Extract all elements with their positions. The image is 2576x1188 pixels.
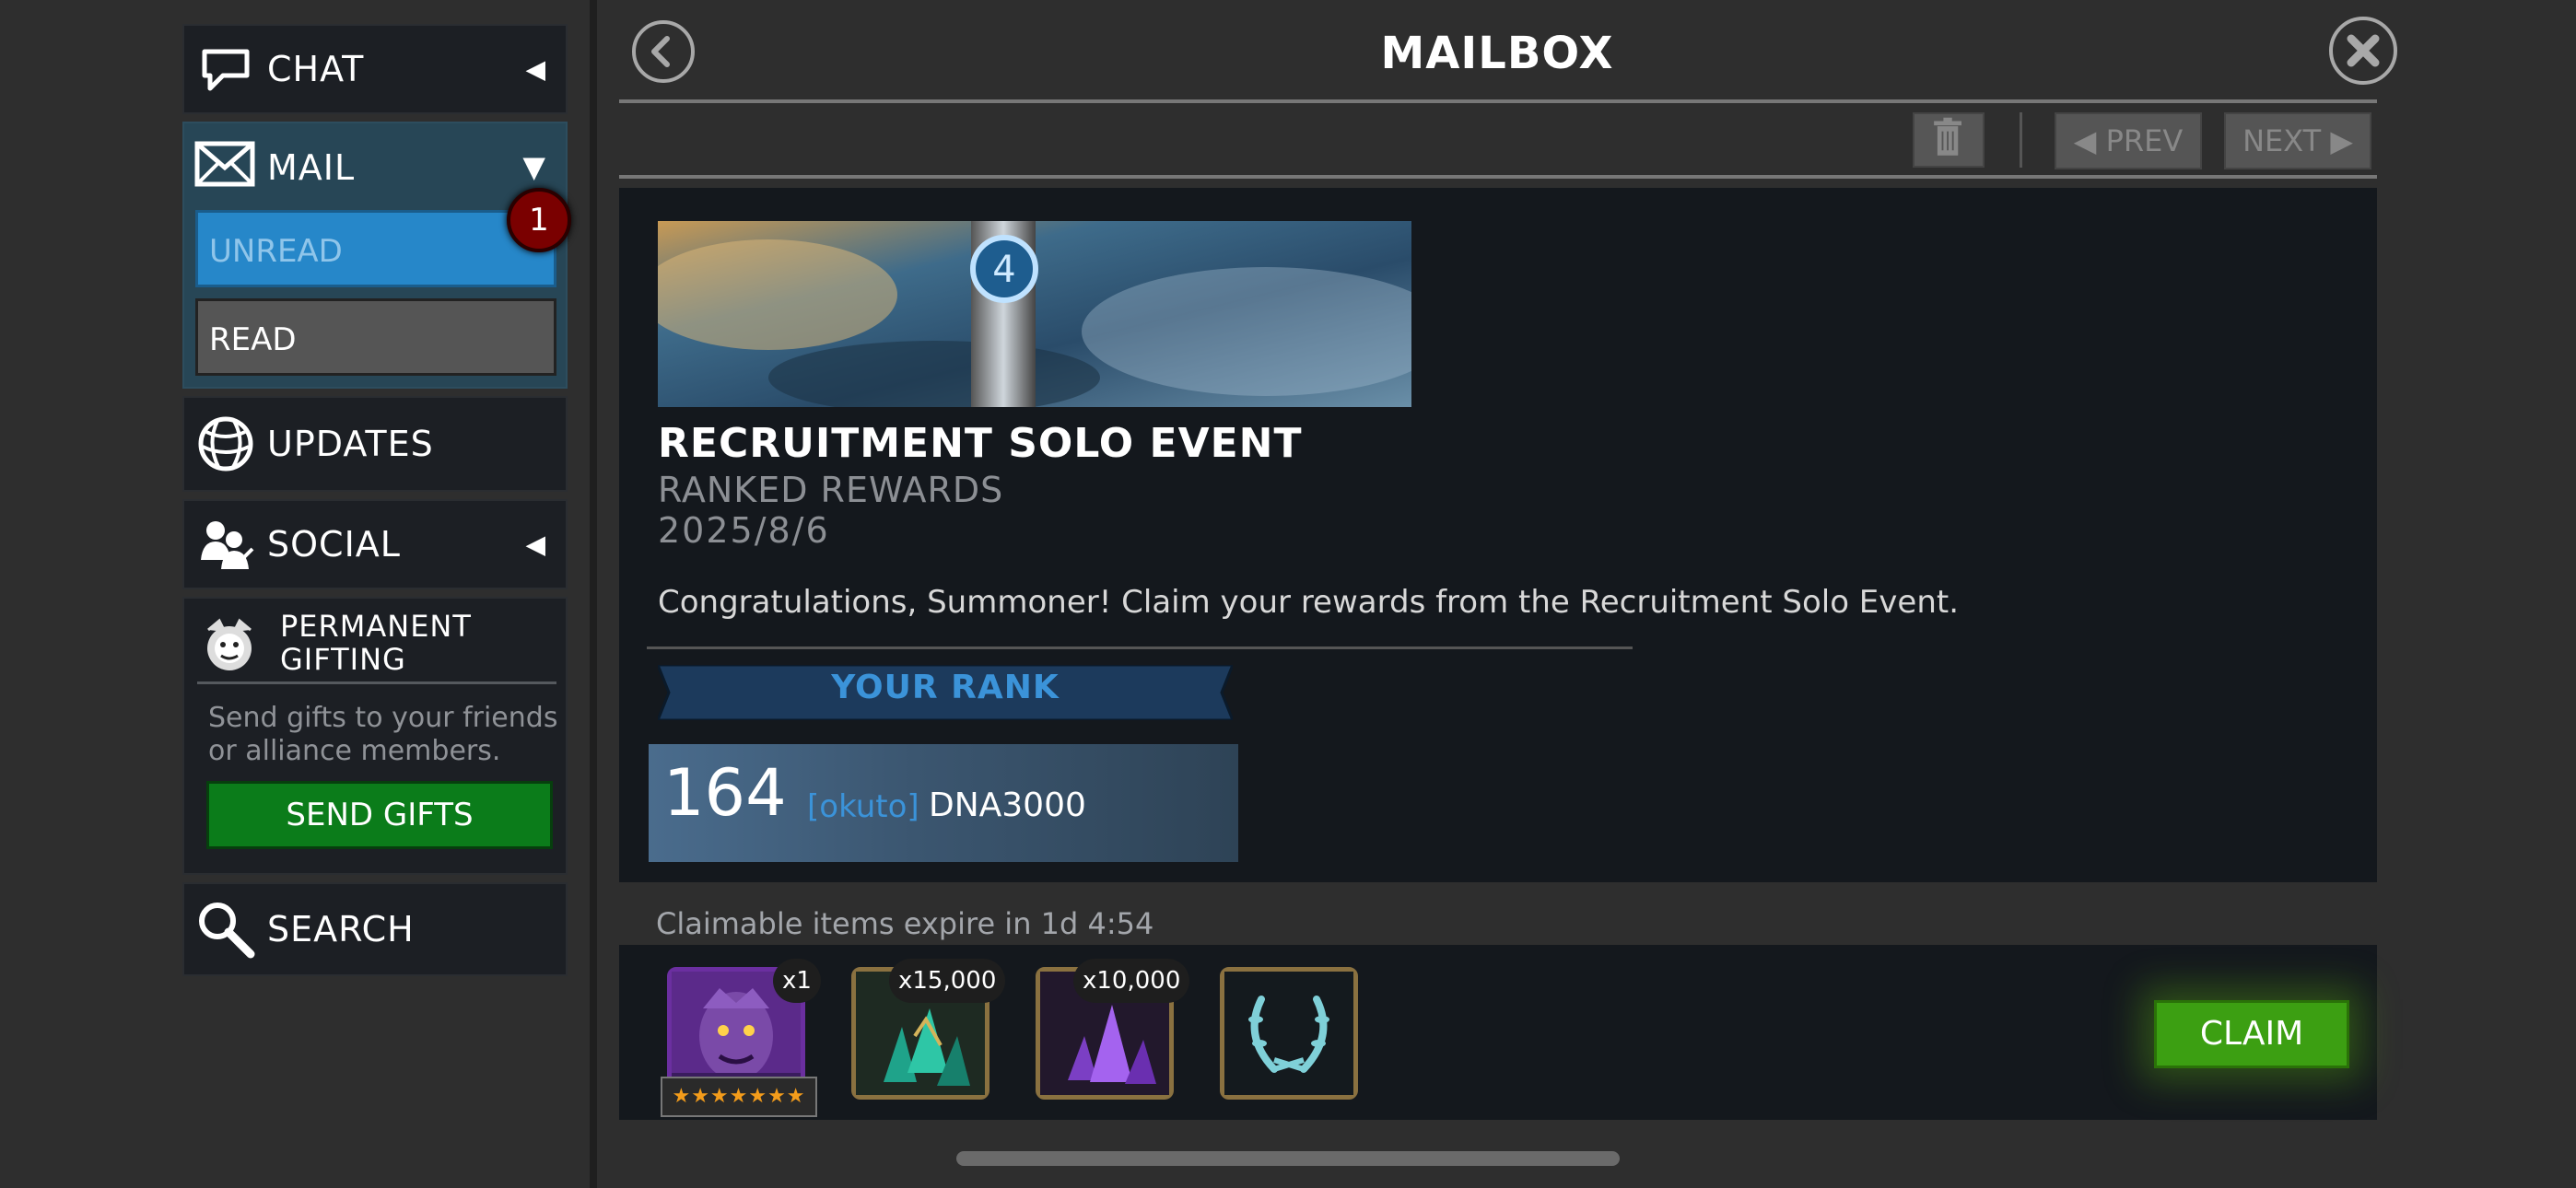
- globe-icon: [198, 416, 253, 472]
- rank-heading: YOUR RANK: [831, 669, 1060, 706]
- rank-row: 164 [okuto] DNA3000: [649, 744, 1238, 862]
- reward-item[interactable]: [1220, 967, 1358, 1100]
- sidebar-item-updates[interactable]: UPDATES: [182, 396, 568, 492]
- message-content: 4 RECRUITMENT SOLO EVENT RANKED REWARDS …: [619, 188, 2377, 882]
- message-body: Congratulations, Summoner! Claim your re…: [658, 584, 1960, 621]
- gifting-title-line1: PERMANENT: [280, 609, 472, 644]
- gifting-description: Send gifts to your friends or alliance m…: [208, 702, 558, 767]
- reward-quantity: x1: [773, 959, 821, 1003]
- permanent-gifting-panel: PERMANENT GIFTING Send gifts to your fri…: [182, 597, 568, 875]
- reward-item[interactable]: x15,000: [851, 959, 1006, 1100]
- sidebar-item-social[interactable]: SOCIAL ◀: [182, 499, 568, 589]
- sidebar-item-search[interactable]: SEARCH: [182, 882, 568, 976]
- sidebar-label-updates: UPDATES: [267, 424, 434, 464]
- rewards-bar: x1 ★★★★★★★ x15,000 x10,000: [619, 945, 2377, 1120]
- tab-unread[interactable]: UNREAD: [195, 210, 556, 287]
- reward-item[interactable]: x1 ★★★★★★★: [661, 959, 821, 1117]
- expire-text: Claimable items expire in 1d 4:54: [656, 906, 1154, 941]
- svg-text:4: 4: [992, 249, 1015, 291]
- trash-icon: [1934, 117, 1961, 156]
- close-button[interactable]: [2329, 17, 2397, 85]
- sidebar-label-mail: MAIL: [267, 147, 356, 188]
- reward-quantity: x10,000: [1073, 959, 1190, 1003]
- envelope-icon: [194, 141, 255, 187]
- unread-count-badge: 1: [507, 188, 571, 252]
- laurel-wreath-icon: [1224, 972, 1353, 1095]
- reward-item[interactable]: x10,000: [1036, 959, 1190, 1100]
- sidebar-label-chat: CHAT: [267, 49, 365, 89]
- event-date: 2025/8/6: [658, 510, 830, 551]
- users-icon: [201, 521, 254, 569]
- alliance-tag: [okuto]: [807, 788, 919, 825]
- search-icon: [199, 903, 255, 959]
- gifting-mascot-icon: [207, 618, 252, 670]
- tab-read[interactable]: READ: [195, 298, 556, 376]
- sidebar-item-chat[interactable]: CHAT ◀: [182, 24, 568, 114]
- body-divider: [647, 646, 1633, 649]
- event-subtitle: RANKED REWARDS: [658, 470, 1004, 510]
- delete-button[interactable]: [1913, 112, 1985, 168]
- mailbox-screen: CHAT ◀ MAIL ▼ UNREAD READ 1 UPDATES SOCI…: [0, 0, 2576, 1188]
- claim-button[interactable]: CLAIM: [2154, 1000, 2349, 1068]
- send-gifts-button[interactable]: SEND GIFTS: [206, 781, 553, 849]
- gifting-divider: [197, 681, 556, 684]
- chevron-left-icon: ◀: [525, 529, 545, 560]
- sidebar-item-mail[interactable]: MAIL ▼: [184, 123, 566, 208]
- chat-bubble-icon: [202, 49, 250, 91]
- rank-number: 164: [663, 755, 787, 831]
- star-rating: ★★★★★★★: [661, 1077, 817, 1117]
- horizontal-scrollbar[interactable]: [956, 1151, 1620, 1166]
- back-button[interactable]: [632, 20, 695, 83]
- prev-button[interactable]: ◀ PREV: [2055, 112, 2202, 169]
- next-button[interactable]: NEXT ▶: [2224, 112, 2371, 169]
- chevron-left-icon: [651, 36, 670, 67]
- gifting-title-line2: GIFTING: [280, 642, 406, 677]
- sidebar-group-mail: MAIL ▼ UNREAD READ: [182, 122, 568, 389]
- header-divider-top: [619, 99, 2377, 103]
- toolbar-separator: [2020, 112, 2022, 168]
- sidebar-label-social: SOCIAL: [267, 524, 401, 565]
- reward-quantity: x15,000: [889, 959, 1006, 1003]
- page-title: MAILBOX: [1380, 28, 1614, 79]
- sidebar-label-search: SEARCH: [267, 909, 415, 949]
- header-divider-bottom: [619, 175, 2377, 179]
- chevron-left-icon: ◀: [525, 53, 545, 85]
- event-banner-image: 4: [658, 221, 1411, 407]
- chevron-down-icon: ▼: [522, 149, 545, 184]
- event-title: RECRUITMENT SOLO EVENT: [658, 420, 1303, 467]
- close-icon: [2347, 34, 2380, 67]
- player-name: DNA3000: [929, 786, 1086, 824]
- gifting-title: PERMANENT GIFTING: [280, 610, 472, 676]
- panel-divider: [590, 0, 597, 1188]
